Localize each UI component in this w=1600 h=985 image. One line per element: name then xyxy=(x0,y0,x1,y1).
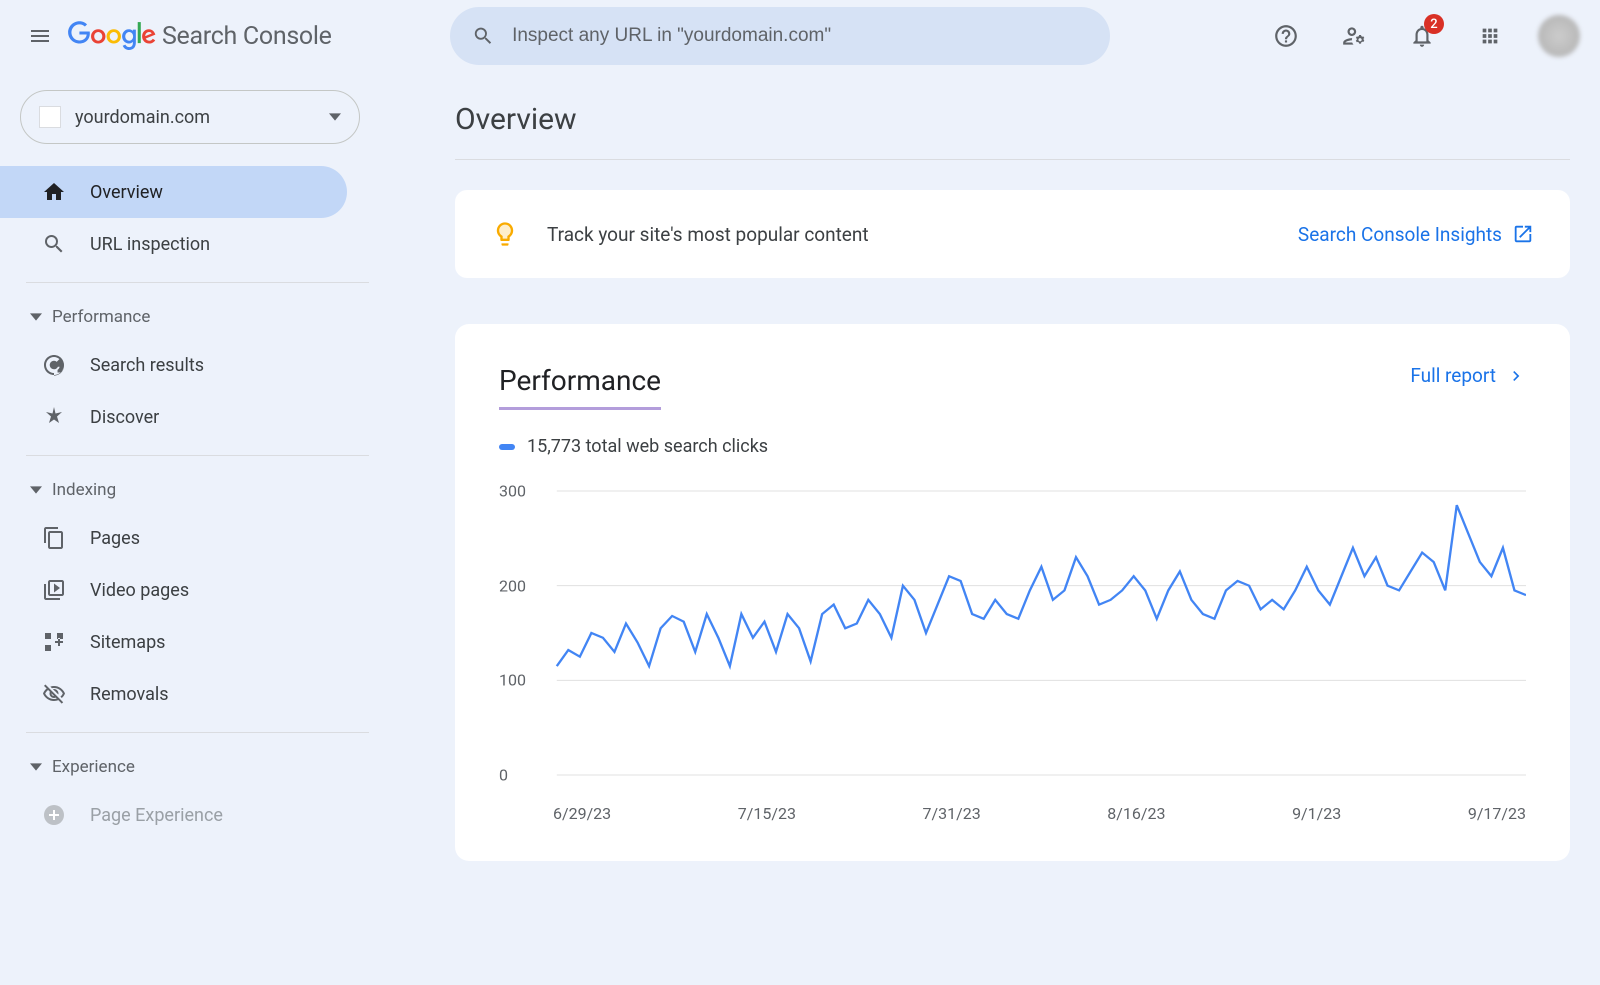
nav-discover[interactable]: Discover xyxy=(0,391,347,443)
x-tick-label: 7/15/23 xyxy=(738,804,796,823)
help-icon xyxy=(1273,23,1299,49)
main-layout: yourdomain.com Overview URL inspection P… xyxy=(0,72,1600,985)
nav-pages[interactable]: Pages xyxy=(0,512,347,564)
insights-link[interactable]: Search Console Insights xyxy=(1298,223,1534,246)
sitemap-icon xyxy=(42,630,66,654)
open-external-icon xyxy=(1512,223,1534,245)
property-selector[interactable]: yourdomain.com xyxy=(20,90,360,144)
sidebar: yourdomain.com Overview URL inspection P… xyxy=(0,72,395,985)
property-domain-label: yourdomain.com xyxy=(75,107,315,128)
x-axis-labels: 6/29/23 7/15/23 7/31/23 8/16/23 9/1/23 9/17/2… xyxy=(553,804,1526,823)
nav-label: Search results xyxy=(90,355,204,376)
apps-button[interactable] xyxy=(1470,16,1510,56)
notifications-button[interactable]: 2 xyxy=(1402,16,1442,56)
chart-legend: 15,773 total web search clicks xyxy=(499,436,1526,457)
nav-sitemaps[interactable]: Sitemaps xyxy=(0,616,347,668)
home-icon xyxy=(42,180,66,204)
url-inspect-input[interactable] xyxy=(512,25,1088,47)
divider xyxy=(26,455,369,456)
divider xyxy=(26,282,369,283)
nav-url-inspection[interactable]: URL inspection xyxy=(0,218,347,270)
x-tick-label: 7/31/23 xyxy=(923,804,981,823)
search-icon xyxy=(472,24,494,48)
x-tick-label: 8/16/23 xyxy=(1107,804,1165,823)
section-title: Experience xyxy=(52,757,135,777)
nav-section-performance[interactable]: Performance xyxy=(0,295,395,339)
legend-label: 15,773 total web search clicks xyxy=(527,436,768,457)
notification-badge: 2 xyxy=(1424,14,1444,34)
insights-text: Track your site's most popular content xyxy=(547,223,869,246)
google-logo-icon xyxy=(68,21,156,51)
lightbulb-icon xyxy=(491,220,519,248)
pages-icon xyxy=(42,526,66,550)
chevron-down-icon xyxy=(30,484,42,496)
nav-label: Overview xyxy=(90,182,163,203)
nav-label: Page Experience xyxy=(90,805,223,826)
y-tick-label: 200 xyxy=(499,576,526,595)
menu-button[interactable] xyxy=(20,16,60,56)
nav-removals[interactable]: Removals xyxy=(0,668,347,720)
hamburger-icon xyxy=(28,24,52,48)
nav-overview[interactable]: Overview xyxy=(0,166,347,218)
full-report-label: Full report xyxy=(1410,364,1496,387)
product-name: Search Console xyxy=(162,22,332,51)
help-button[interactable] xyxy=(1266,16,1306,56)
account-avatar[interactable] xyxy=(1538,15,1580,57)
person-gear-icon xyxy=(1341,23,1367,49)
google-g-icon xyxy=(42,353,66,377)
chevron-down-icon xyxy=(30,761,42,773)
legend-swatch-icon xyxy=(499,444,515,450)
video-pages-icon xyxy=(42,578,66,602)
nav-section-experience[interactable]: Experience xyxy=(0,745,395,789)
insights-link-label: Search Console Insights xyxy=(1298,223,1502,246)
x-tick-label: 9/1/23 xyxy=(1292,804,1341,823)
app-header: Search Console 2 xyxy=(0,0,1600,72)
y-tick-label: 300 xyxy=(499,482,526,501)
url-inspect-search[interactable] xyxy=(450,7,1110,65)
product-logo[interactable]: Search Console xyxy=(68,21,332,51)
user-settings-button[interactable] xyxy=(1334,16,1374,56)
chevron-down-icon xyxy=(30,311,42,323)
apps-grid-icon xyxy=(1479,25,1501,47)
asterisk-icon xyxy=(42,405,66,429)
section-title: Performance xyxy=(52,307,150,327)
x-tick-label: 6/29/23 xyxy=(553,804,611,823)
performance-card: Performance Full report 15,773 total web… xyxy=(455,324,1570,861)
x-tick-label: 9/17/23 xyxy=(1468,804,1526,823)
nav-label: Pages xyxy=(90,528,140,549)
dropdown-arrow-icon xyxy=(329,111,341,123)
y-tick-label: 0 xyxy=(499,766,508,785)
nav-label: Removals xyxy=(90,684,169,705)
nav-section-indexing[interactable]: Indexing xyxy=(0,468,395,512)
property-favicon-icon xyxy=(39,106,61,128)
nav-label: Sitemaps xyxy=(90,632,165,653)
search-icon xyxy=(42,232,66,256)
visibility-off-icon xyxy=(42,682,66,706)
page-title: Overview xyxy=(455,72,1570,160)
performance-title: Performance xyxy=(499,364,661,410)
nav-label: URL inspection xyxy=(90,234,210,255)
nav-label: Discover xyxy=(90,407,159,428)
header-actions: 2 xyxy=(1266,15,1580,57)
y-tick-label: 100 xyxy=(499,671,526,690)
nav-label: Video pages xyxy=(90,580,189,601)
nav-page-experience[interactable]: Page Experience xyxy=(0,789,347,841)
nav-search-results[interactable]: Search results xyxy=(0,339,347,391)
full-report-link[interactable]: Full report xyxy=(1410,364,1526,387)
chevron-right-icon xyxy=(1506,366,1526,386)
divider xyxy=(26,732,369,733)
performance-chart: 0 100 200 300 6/29/23 7/15/23 7/31/23 8/16/23 9/… xyxy=(499,481,1526,821)
circle-plus-icon xyxy=(42,803,66,827)
content-area: Overview Track your site's most popular … xyxy=(395,72,1600,985)
section-title: Indexing xyxy=(52,480,116,500)
nav-video-pages[interactable]: Video pages xyxy=(0,564,347,616)
insights-card: Track your site's most popular content S… xyxy=(455,190,1570,278)
